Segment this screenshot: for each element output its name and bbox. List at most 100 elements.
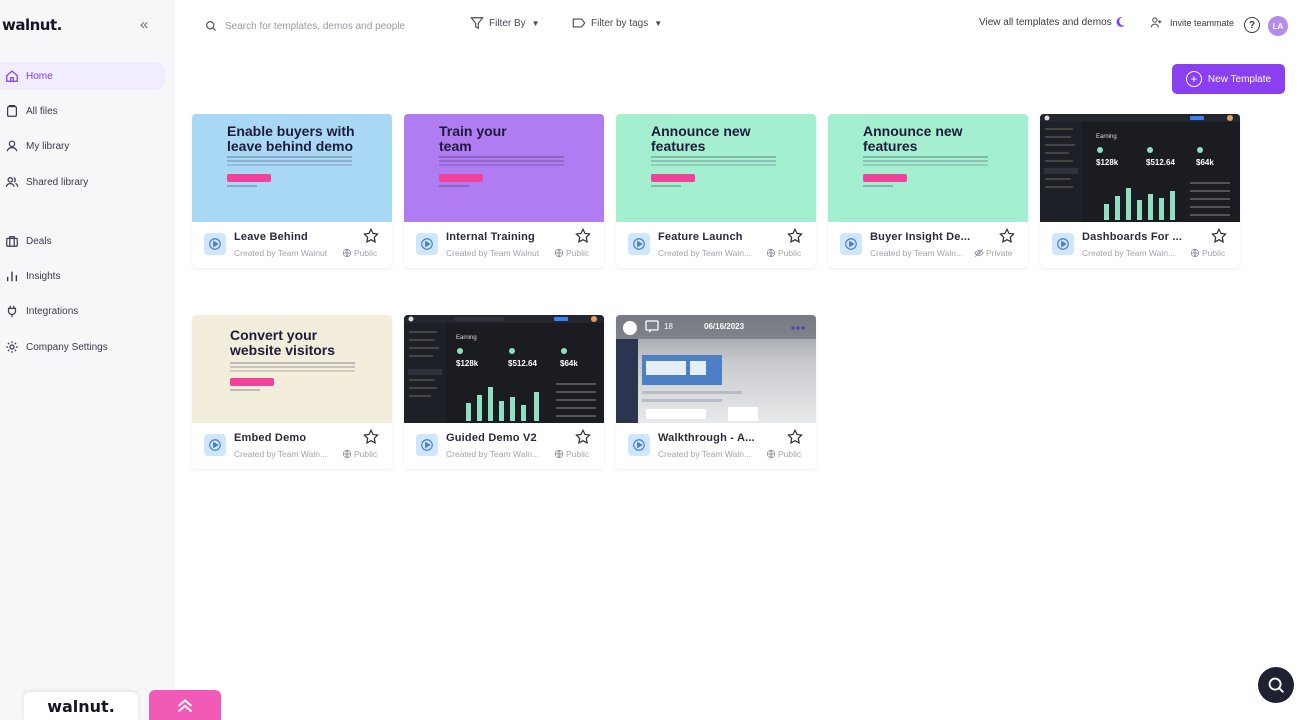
card-name[interactable]: Embed Demo bbox=[234, 432, 306, 444]
thumbnail-line bbox=[230, 389, 260, 391]
play-icon[interactable] bbox=[416, 233, 438, 255]
template-card[interactable]: Earning $128k $512.64 $64k Guided Demo V… bbox=[404, 315, 604, 469]
invite-label: Invite teammate bbox=[1170, 17, 1235, 28]
invite-teammate-button[interactable]: Invite teammate bbox=[1150, 16, 1234, 29]
template-thumbnail[interactable]: 18 06/16/2023 bbox=[616, 315, 816, 423]
star-icon[interactable] bbox=[786, 428, 804, 446]
sidebar-item-shared-library[interactable]: Shared library bbox=[0, 168, 165, 196]
help-icon[interactable]: ? bbox=[1244, 17, 1260, 33]
card-meta: Walkthrough - A... Created by Team Waln.… bbox=[616, 423, 816, 469]
search-icon bbox=[206, 21, 216, 31]
template-thumbnail[interactable]: Announce new features bbox=[616, 114, 816, 222]
users-icon bbox=[5, 177, 19, 187]
card-meta: Internal Training Created by Team Walnut… bbox=[404, 222, 604, 268]
thumbnail-line bbox=[863, 185, 893, 187]
search-input[interactable] bbox=[225, 20, 445, 32]
walkthrough-date: 06/16/2023 bbox=[704, 322, 745, 331]
files-icon bbox=[7, 104, 17, 117]
play-icon[interactable] bbox=[1052, 233, 1074, 255]
star-icon[interactable] bbox=[1210, 227, 1228, 245]
play-icon[interactable] bbox=[204, 233, 226, 255]
template-thumbnail[interactable]: Earning $128k $512.64 $64k bbox=[1040, 114, 1240, 222]
card-creator: Created by Team Waln... bbox=[658, 248, 752, 258]
play-icon[interactable] bbox=[204, 434, 226, 456]
plus-icon: + bbox=[1185, 71, 1202, 87]
sidebar-item-my-library[interactable]: My library bbox=[0, 132, 165, 160]
plug-icon bbox=[7, 305, 17, 318]
sidebar-item-home[interactable]: Home bbox=[0, 62, 165, 90]
sidebar-item-company-settings[interactable]: Company Settings bbox=[0, 333, 165, 361]
star-icon[interactable] bbox=[574, 227, 592, 245]
card-meta: Leave Behind Created by Team Walnut Publ… bbox=[192, 222, 392, 268]
template-card[interactable]: Earning $128k $512.64 $64k Dashboards Fo… bbox=[1040, 114, 1240, 268]
template-thumbnail[interactable]: Earning $128k $512.64 $64k bbox=[404, 315, 604, 423]
visibility-badge: Public bbox=[554, 248, 589, 258]
card-name[interactable]: Dashboards For ... bbox=[1082, 231, 1182, 243]
card-name[interactable]: Leave Behind bbox=[234, 231, 308, 243]
user-icon bbox=[6, 140, 18, 152]
card-creator: Created by Team Waln... bbox=[870, 248, 964, 258]
chevron-down-icon: ▼ bbox=[654, 18, 663, 28]
card-name[interactable]: Guided Demo V2 bbox=[446, 432, 537, 444]
card-creator: Created by Team Waln... bbox=[446, 449, 540, 459]
template-card[interactable]: Train your team Internal Training Create… bbox=[404, 114, 604, 268]
sidebar-item-integrations[interactable]: Integrations bbox=[0, 297, 165, 325]
avatar[interactable]: LA bbox=[1268, 16, 1288, 36]
card-meta: Guided Demo V2 Created by Team Waln... P… bbox=[404, 423, 604, 469]
chat-support-button[interactable] bbox=[1258, 667, 1294, 703]
card-name[interactable]: Feature Launch bbox=[658, 231, 743, 243]
template-thumbnail[interactable]: Train your team bbox=[404, 114, 604, 222]
play-icon[interactable] bbox=[628, 233, 650, 255]
template-card[interactable]: Announce new features Feature Launch Cre… bbox=[616, 114, 816, 268]
star-icon[interactable] bbox=[362, 428, 380, 446]
globe-icon bbox=[342, 449, 352, 459]
thumbnail-cta bbox=[230, 378, 274, 386]
kpi-value: $64k bbox=[1196, 158, 1214, 167]
globe-icon bbox=[766, 248, 776, 258]
star-icon[interactable] bbox=[998, 227, 1016, 245]
template-card[interactable]: Convert your website visitors Embed Demo… bbox=[192, 315, 392, 469]
thumbnail-title: Announce new features bbox=[863, 123, 963, 154]
visibility-badge: Private bbox=[974, 248, 1012, 258]
scroll-up-button[interactable] bbox=[149, 690, 221, 720]
moon-icon bbox=[1116, 17, 1125, 27]
globe-icon bbox=[766, 449, 776, 459]
new-template-button[interactable]: + New Template bbox=[1172, 64, 1285, 94]
star-icon[interactable] bbox=[574, 428, 592, 446]
play-icon[interactable] bbox=[840, 233, 862, 255]
thumbnail-text-lines bbox=[651, 156, 776, 158]
play-icon[interactable] bbox=[628, 434, 650, 456]
sidebar-item-deals[interactable]: Deals bbox=[0, 227, 165, 255]
gear-icon bbox=[6, 341, 18, 353]
sidebar-item-label: Insights bbox=[26, 270, 61, 282]
filter-by-dropdown[interactable]: Filter By ▼ bbox=[470, 16, 540, 30]
card-name[interactable]: Internal Training bbox=[446, 231, 535, 243]
card-name[interactable]: Buyer Insight De... bbox=[870, 231, 970, 243]
home-icon bbox=[6, 70, 18, 82]
template-thumbnail[interactable]: Enable buyers with leave behind demo bbox=[192, 114, 392, 222]
collapse-sidebar-icon[interactable]: « bbox=[140, 16, 148, 33]
thumbnail-cta bbox=[227, 174, 271, 182]
kpi-value: $64k bbox=[560, 359, 578, 368]
star-icon[interactable] bbox=[786, 227, 804, 245]
template-card[interactable]: Enable buyers with leave behind demo Lea… bbox=[192, 114, 392, 268]
template-thumbnail[interactable]: Convert your website visitors bbox=[192, 315, 392, 423]
brand-logo[interactable]: walnut. bbox=[2, 16, 62, 34]
template-card[interactable]: Announce new features Buyer Insight De..… bbox=[828, 114, 1028, 268]
search-bar[interactable] bbox=[197, 12, 457, 40]
template-card[interactable]: 18 06/16/2023 Walkthrough - A... Created… bbox=[616, 315, 816, 469]
play-icon[interactable] bbox=[416, 434, 438, 456]
card-meta: Dashboards For ... Created by Team Waln.… bbox=[1040, 222, 1240, 268]
sidebar-item-insights[interactable]: Insights bbox=[0, 262, 165, 290]
visibility-badge: Public bbox=[766, 449, 801, 459]
sidebar-item-all-files[interactable]: All files bbox=[0, 97, 165, 125]
card-name[interactable]: Walkthrough - A... bbox=[658, 432, 755, 444]
card-meta: Feature Launch Created by Team Waln... P… bbox=[616, 222, 816, 268]
template-thumbnail[interactable]: Announce new features bbox=[828, 114, 1028, 222]
filter-tags-dropdown[interactable]: Filter by tags ▼ bbox=[572, 16, 662, 30]
card-creator: Created by Team Waln... bbox=[658, 449, 752, 459]
view-all-templates-link[interactable]: View all templates and demos bbox=[979, 16, 1126, 28]
new-template-label: New Template bbox=[1207, 73, 1272, 85]
star-icon[interactable] bbox=[362, 227, 380, 245]
dash-heading: Earning bbox=[1096, 134, 1117, 140]
